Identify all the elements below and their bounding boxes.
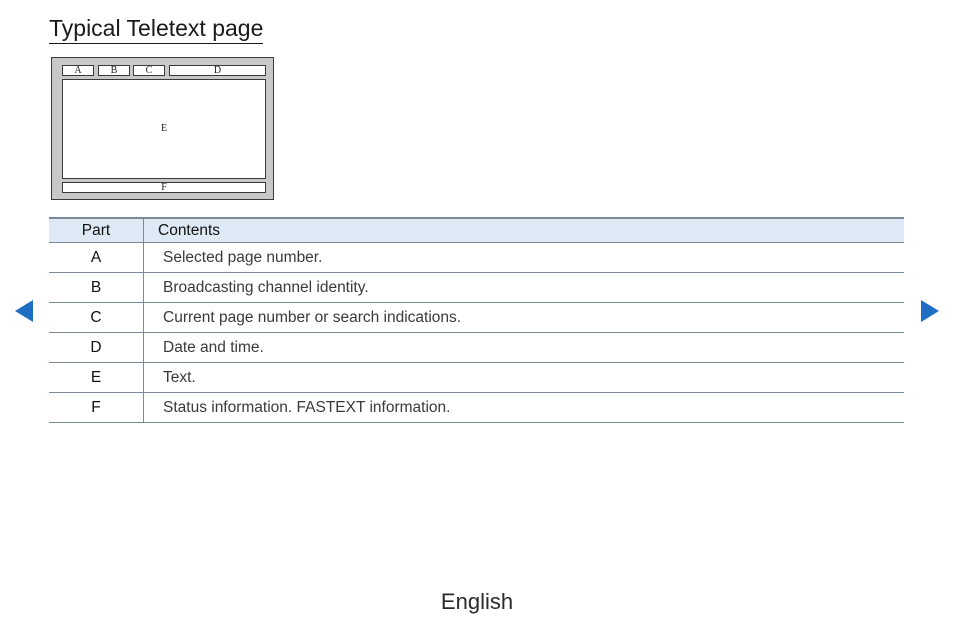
diagram-label-c: C [145, 64, 153, 76]
teletext-page-diagram: A B C D E F [51, 57, 274, 200]
diagram-label-d: D [213, 64, 222, 76]
diagram-area-b: B [98, 65, 130, 76]
table-row: A Selected page number. [49, 242, 904, 273]
row-part: E [49, 362, 144, 393]
diagram-area-f: F [62, 182, 266, 193]
row-contents: Date and time. [143, 332, 904, 363]
row-part: A [49, 242, 144, 273]
row-contents: Text. [143, 362, 904, 393]
diagram-area-a: A [62, 65, 94, 76]
header-contents: Contents [143, 217, 904, 243]
row-part: D [49, 332, 144, 363]
table-row: B Broadcasting channel identity. [49, 272, 904, 303]
row-part: F [49, 392, 144, 423]
header-part: Part [49, 217, 144, 243]
next-page-icon[interactable] [921, 300, 939, 322]
footer-language: English [440, 589, 514, 614]
page-title: Typical Teletext page [49, 14, 264, 44]
previous-page-icon[interactable] [15, 300, 33, 322]
row-contents: Current page number or search indication… [143, 302, 904, 333]
diagram-area-d: D [169, 65, 266, 76]
diagram-label-e: E [160, 123, 168, 134]
row-contents: Broadcasting channel identity. [143, 272, 904, 303]
row-part: B [49, 272, 144, 303]
table-row: E Text. [49, 362, 904, 393]
table-header-row: Part Contents [49, 217, 904, 243]
diagram-label-f: F [161, 181, 167, 193]
table-row: F Status information. FASTEXT informatio… [49, 392, 904, 423]
row-part: C [49, 302, 144, 333]
diagram-label-a: A [74, 64, 82, 76]
diagram-area-e: E [62, 79, 266, 179]
parts-table: Part Contents A Selected page number. B … [49, 217, 904, 423]
row-contents: Selected page number. [143, 242, 904, 273]
row-contents: Status information. FASTEXT information. [143, 392, 904, 423]
table-row: D Date and time. [49, 332, 904, 363]
diagram-label-b: B [110, 64, 118, 76]
table-row: C Current page number or search indicati… [49, 302, 904, 333]
diagram-area-c: C [133, 65, 165, 76]
